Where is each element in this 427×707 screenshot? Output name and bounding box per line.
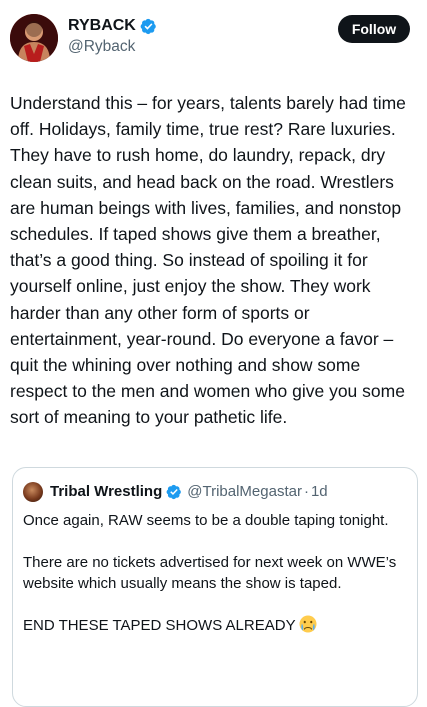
quoted-author-display-name[interactable]: Tribal Wrestling [50,482,162,502]
tweet-text: Understand this – for years, talents bar… [10,93,406,428]
crying-face-emoji-icon [299,615,317,633]
verified-badge-icon [140,18,156,34]
quoted-author-handle[interactable]: @TribalMegastar [187,482,302,502]
author-avatar[interactable] [10,14,58,62]
quoted-timestamp[interactable]: 1d [311,482,328,502]
author-display-name[interactable]: RYBACK [68,16,136,36]
quoted-tweet-text: Once again, RAW seems to be a double tap… [23,510,407,657]
quoted-paragraph-last: END THESE TAPED SHOWS ALREADY [23,615,407,636]
follow-button[interactable]: Follow [338,15,410,43]
quoted-author-avatar[interactable] [23,482,43,502]
author-handle[interactable]: @Ryback [68,38,135,56]
quoted-paragraph: There are no tickets advertised for next… [23,554,397,592]
quoted-paragraph: Once again, RAW seems to be a double tap… [23,512,389,529]
quoted-tweet-header: Tribal Wrestling @TribalMegastar · 1d [50,482,328,502]
quoted-paragraph-text: END THESE TAPED SHOWS ALREADY [23,617,296,634]
author-name-row: RYBACK [68,16,157,36]
avatar-wrestler-image [10,14,58,62]
tweet-card: RYBACK @Ryback Follow Understand this – … [0,0,427,707]
quoted-separator: · [303,483,309,500]
quoted-tweet[interactable]: Tribal Wrestling @TribalMegastar · 1d On… [12,467,418,707]
quoted-verified-badge-icon [166,484,182,500]
